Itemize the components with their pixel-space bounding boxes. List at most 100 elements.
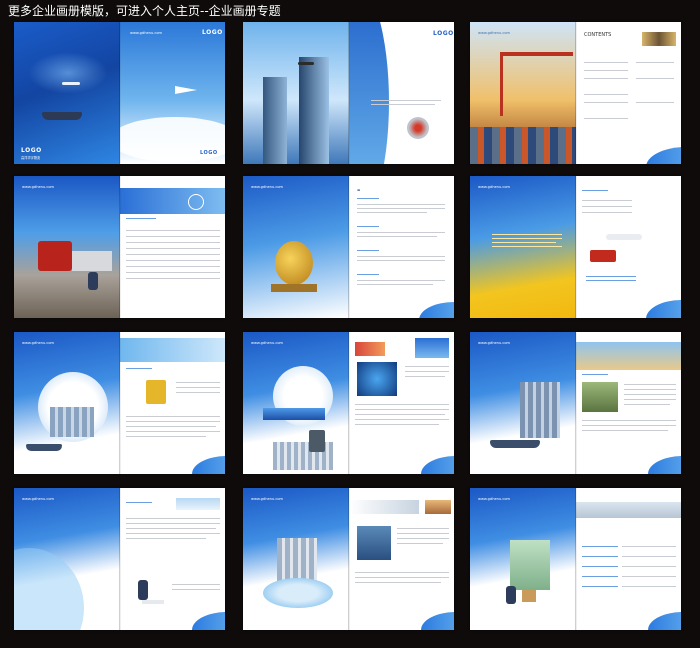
text-line xyxy=(126,518,220,520)
spread-train-left-page: www.gdhenu.com xyxy=(243,488,349,630)
spread-kylin-left-page: www.gdhenu.com xyxy=(243,176,349,318)
spread-white-text[interactable]: www.gdhenu.com xyxy=(14,488,225,630)
text-line xyxy=(355,419,449,421)
text-line xyxy=(357,236,437,238)
spine xyxy=(575,176,577,318)
ship-icon xyxy=(26,444,62,451)
text-line xyxy=(126,426,216,428)
truck-icon xyxy=(590,250,616,262)
spread-yellow-plane[interactable]: www.gdhenu.com xyxy=(470,176,681,318)
text-line xyxy=(582,420,676,422)
company-name: 高洋华宇物流 xyxy=(21,156,41,160)
spread-city-ship-sky[interactable]: www.gdhenu.com xyxy=(470,332,681,474)
contents-entry xyxy=(584,94,628,96)
spine xyxy=(575,22,577,164)
table-row xyxy=(622,556,676,558)
blue-wave xyxy=(648,612,681,630)
airplane-icon xyxy=(298,62,314,65)
text-line xyxy=(357,260,445,262)
section-heading xyxy=(357,198,379,200)
spread-train-man[interactable]: www.gdhenu.com xyxy=(243,488,454,630)
section-heading xyxy=(582,566,618,568)
barcode-scanner-icon xyxy=(309,430,325,452)
text-line xyxy=(624,394,676,396)
text-line xyxy=(357,212,427,214)
container-shape xyxy=(510,540,550,590)
text-line xyxy=(624,404,670,406)
spread-skyscraper[interactable]: LOGO xyxy=(243,22,454,164)
spread-cover-left-page: LOGO 高洋华宇物流 xyxy=(14,22,120,164)
spread-skyscraper-left-page xyxy=(243,22,349,164)
text-line xyxy=(126,528,216,530)
spine xyxy=(119,176,121,318)
table-row xyxy=(126,230,220,232)
text-line xyxy=(624,399,676,401)
contents-entry xyxy=(584,78,628,80)
people-photo xyxy=(582,382,618,412)
text-line xyxy=(355,577,449,579)
spread-contents-right-page: CONTENTS xyxy=(576,22,681,164)
ship-wheel-icon xyxy=(188,194,204,210)
page-url: www.gdhenu.com xyxy=(22,341,55,345)
spread-pedestal-tech[interactable]: www.gdhenu.com xyxy=(243,332,454,474)
spread-truck-table[interactable]: www.gdhenu.com xyxy=(14,176,225,318)
airplane-icon xyxy=(606,234,642,240)
text-line xyxy=(397,533,449,535)
section-heading xyxy=(126,368,152,370)
text-line xyxy=(371,100,441,102)
port-crane-shape xyxy=(500,52,573,116)
page-url: www.gdhenu.com xyxy=(22,497,55,501)
spread-port-left-page: www.gdhenu.com xyxy=(470,22,576,164)
courier-figure xyxy=(506,586,516,604)
blue-wave xyxy=(421,456,454,474)
blue-wave xyxy=(646,147,681,164)
spread-cover-right-page: www.gdhenu.com LOGO LOGO xyxy=(120,22,225,164)
city-skyline-shape xyxy=(50,407,94,437)
text-line xyxy=(357,208,445,210)
text-line xyxy=(126,431,220,433)
spread-tech-right-page xyxy=(349,332,454,474)
text-line xyxy=(624,384,676,386)
parcel-icon xyxy=(522,590,536,602)
spread-yellow-left-page: www.gdhenu.com xyxy=(470,176,576,318)
city-skyline-shape xyxy=(520,382,560,438)
text-line xyxy=(357,284,433,286)
text-line xyxy=(357,280,445,282)
table-row xyxy=(126,260,220,262)
spine xyxy=(575,332,577,474)
spine xyxy=(348,332,350,474)
gold-thumbnail xyxy=(642,32,676,46)
text-line xyxy=(126,416,220,418)
contents-title: CONTENTS xyxy=(584,32,612,38)
text-line xyxy=(586,276,636,278)
blue-wave xyxy=(349,22,389,164)
spine xyxy=(348,176,350,318)
table-row xyxy=(622,586,676,588)
contents-entry xyxy=(636,62,674,64)
spine xyxy=(119,488,121,630)
table-row xyxy=(126,254,220,256)
spread-city-forklift[interactable]: www.gdhenu.com xyxy=(14,332,225,474)
table-row xyxy=(126,272,220,274)
text-line xyxy=(492,234,562,236)
spread-courier-right-page xyxy=(120,488,225,630)
spread-kylin-text[interactable]: www.gdhenu.com ▬ xyxy=(243,176,454,318)
text-line xyxy=(357,204,445,206)
spread-port-contents[interactable]: www.gdhenu.com CONTENTS xyxy=(470,22,681,164)
table-row xyxy=(126,266,220,268)
contents-entry xyxy=(636,102,674,104)
spread-cover[interactable]: LOGO 高洋华宇物流 www.gdhenu.com LOGO LOGO xyxy=(14,22,225,164)
text-line xyxy=(405,366,449,368)
spread-wave-left-page: www.gdhenu.com xyxy=(14,488,120,630)
cover-bottom-logo: LOGO xyxy=(200,150,218,156)
page-url: www.gdhenu.com xyxy=(251,341,284,345)
spread-wave-container[interactable]: www.gdhenu.com xyxy=(470,488,681,630)
text-line xyxy=(357,256,445,258)
cargo-ship-icon xyxy=(490,440,540,448)
spread-pedestal-left-page: www.gdhenu.com xyxy=(243,332,349,474)
spine xyxy=(348,488,350,630)
text-line xyxy=(172,584,220,586)
header-photo-strip xyxy=(576,342,681,370)
balloon-thumbnail xyxy=(355,342,385,356)
text-line xyxy=(582,430,668,432)
